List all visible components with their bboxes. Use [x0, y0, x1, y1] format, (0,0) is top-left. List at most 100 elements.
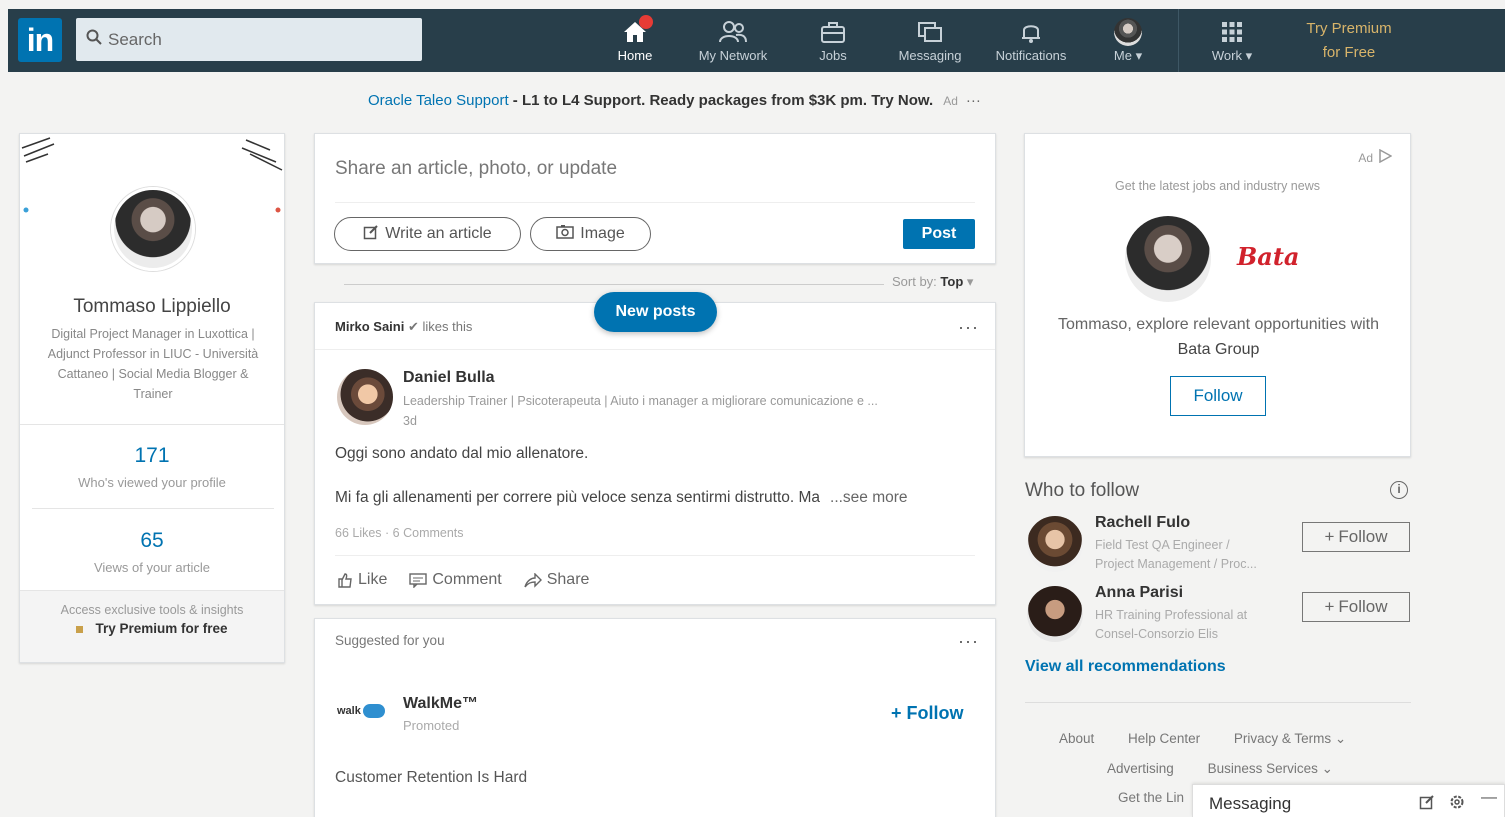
post-menu-button[interactable]: ··· [958, 317, 979, 338]
divider [315, 349, 995, 350]
article-views-count[interactable]: 65 [20, 529, 284, 553]
try-premium-link[interactable]: Try Premium for Free [1296, 17, 1402, 65]
linkedin-logo[interactable]: in [18, 18, 62, 62]
like-button[interactable]: Like [337, 571, 387, 589]
nav-messaging[interactable]: Messaging [894, 9, 966, 72]
nav-label: Home [617, 48, 653, 63]
ad-choices-icon[interactable] [1378, 148, 1393, 166]
sort-dropdown[interactable]: Sort by: Top ▾ [892, 274, 973, 290]
briefcase-icon [820, 18, 846, 46]
compose-icon[interactable] [1419, 794, 1435, 815]
premium-line2: for Free [1322, 44, 1376, 61]
nav-divider [1178, 9, 1179, 72]
footer-advertising-link[interactable]: Advertising [1107, 761, 1174, 776]
premium-icon [76, 625, 84, 633]
see-more-link[interactable]: ...see more [830, 489, 908, 506]
footer-business-link[interactable]: Business Services ⌄ [1208, 761, 1333, 776]
suggested-text: Customer Retention Is Hard [335, 769, 528, 786]
search-box[interactable] [76, 18, 422, 61]
nav-label: Me ▾ [1114, 48, 1142, 64]
premium-line1: Try Premium [1306, 20, 1392, 37]
footer-get-app-link[interactable]: Get the Lin [1118, 790, 1184, 805]
plus-icon: + [1324, 597, 1335, 616]
person-name[interactable]: Anna Parisi [1095, 584, 1183, 602]
person-avatar[interactable] [1027, 516, 1083, 572]
gear-icon[interactable] [1449, 794, 1465, 815]
nav-me[interactable]: Me ▾ [1106, 9, 1150, 72]
post-actions: Like Comment Share [337, 571, 589, 589]
share-button[interactable]: Share [524, 571, 589, 589]
profile-views-count[interactable]: 171 [20, 444, 284, 468]
thumbs-up-icon [337, 572, 353, 588]
follow-bata-button[interactable]: Follow [1170, 376, 1266, 416]
person-headline-line: Consel-Consorzio Elis [1095, 627, 1218, 641]
author-avatar[interactable] [337, 369, 393, 425]
person-avatar[interactable] [1027, 586, 1083, 642]
info-icon[interactable]: i [1390, 481, 1408, 499]
divider [344, 284, 884, 285]
recommendation-item: Anna Parisi HR Training Professional at C… [1025, 584, 1415, 654]
messaging-bar[interactable]: Messaging — [1192, 784, 1505, 817]
post-button[interactable]: Post [903, 219, 975, 249]
walkme-logo[interactable]: walk [337, 699, 391, 723]
follow-person-button[interactable]: + Follow [1302, 592, 1410, 622]
comment-icon [409, 572, 428, 588]
ad-message-text: Tommaso, explore relevant opportunities … [1057, 316, 1380, 333]
view-all-recommendations-link[interactable]: View all recommendations [1025, 658, 1226, 676]
nav-notifications[interactable]: Notifications [986, 9, 1076, 72]
nav-me-label: Me [1113, 47, 1132, 63]
suggested-menu-button[interactable]: ··· [958, 631, 979, 652]
premium-upsell[interactable]: Access exclusive tools & insights Try Pr… [20, 590, 284, 662]
liker-name[interactable]: Mirko Saini [335, 319, 404, 334]
post-engagement[interactable]: 66 Likes · 6 Comments [335, 526, 464, 540]
nav-home[interactable]: Home [609, 9, 661, 72]
divider [1025, 702, 1411, 703]
follow-company-button[interactable]: + Follow [891, 703, 964, 724]
profile-name[interactable]: Tommaso Lippiello [20, 296, 284, 318]
nav-work[interactable]: Work ▾ [1206, 9, 1258, 72]
person-headline: Field Test QA Engineer / Project Manageme… [1095, 536, 1295, 574]
profile-avatar[interactable] [111, 187, 195, 271]
new-posts-button[interactable]: New posts [594, 292, 717, 332]
footer-privacy-label: Privacy & Terms [1233, 731, 1332, 746]
search-input[interactable] [108, 29, 408, 50]
ad-banner-link[interactable]: Oracle Taleo Support [368, 92, 509, 109]
nav-label: My Network [698, 48, 768, 63]
company-name[interactable]: WalkMe™ [403, 695, 478, 713]
bata-logo[interactable]: Bata [1237, 242, 1299, 271]
share-prompt[interactable]: Share an article, photo, or update [335, 158, 617, 180]
sort-label: Sort by: [892, 274, 937, 289]
ad-tag: Ad [1358, 150, 1373, 165]
ad-banner-text[interactable]: - L1 to L4 Support. Ready packages from … [509, 92, 933, 109]
post-text: Mi fa gli allenamenti per correre più ve… [335, 489, 821, 506]
article-views-label[interactable]: Views of your article [20, 560, 284, 575]
minimize-icon[interactable]: — [1481, 789, 1497, 807]
nav-jobs[interactable]: Jobs [811, 9, 855, 72]
post-text-line: Mi fa gli allenamenti per correre più ve… [335, 489, 908, 507]
walkme-logo-text: walk [337, 705, 361, 717]
comment-button[interactable]: Comment [409, 571, 502, 589]
comment-label: Comment [432, 571, 502, 588]
suggested-label: Suggested for you [335, 633, 445, 648]
ad-company-name: Bata Group [1177, 341, 1260, 358]
caret-down-icon: ▾ [966, 274, 974, 289]
write-article-button[interactable]: Write an article [334, 217, 521, 251]
nav-label: Jobs [819, 48, 847, 63]
author-name[interactable]: Daniel Bulla [403, 369, 495, 387]
image-button[interactable]: Image [530, 217, 651, 251]
nav-my-network[interactable]: My Network [688, 9, 778, 72]
person-headline-line: Project Management / Proc... [1095, 557, 1257, 571]
notification-badge [639, 15, 653, 29]
profile-views-label[interactable]: Who's viewed your profile [20, 475, 284, 490]
follow-person-button[interactable]: + Follow [1302, 522, 1410, 552]
post-social-context: Mirko Saini ✔ likes this [335, 319, 472, 335]
nav-label: Messaging [898, 48, 962, 63]
messaging-label: Messaging [1209, 794, 1292, 813]
footer-help-link[interactable]: Help Center [1128, 731, 1200, 746]
person-name[interactable]: Rachell Fulo [1095, 514, 1190, 532]
footer-privacy-link[interactable]: Privacy & Terms ⌄ [1234, 731, 1346, 746]
image-label: Image [580, 225, 625, 242]
footer-about-link[interactable]: About [1059, 731, 1094, 746]
ad-more-button[interactable]: ··· [966, 92, 981, 109]
premium-upsell-link[interactable]: Try Premium for free [20, 621, 284, 636]
